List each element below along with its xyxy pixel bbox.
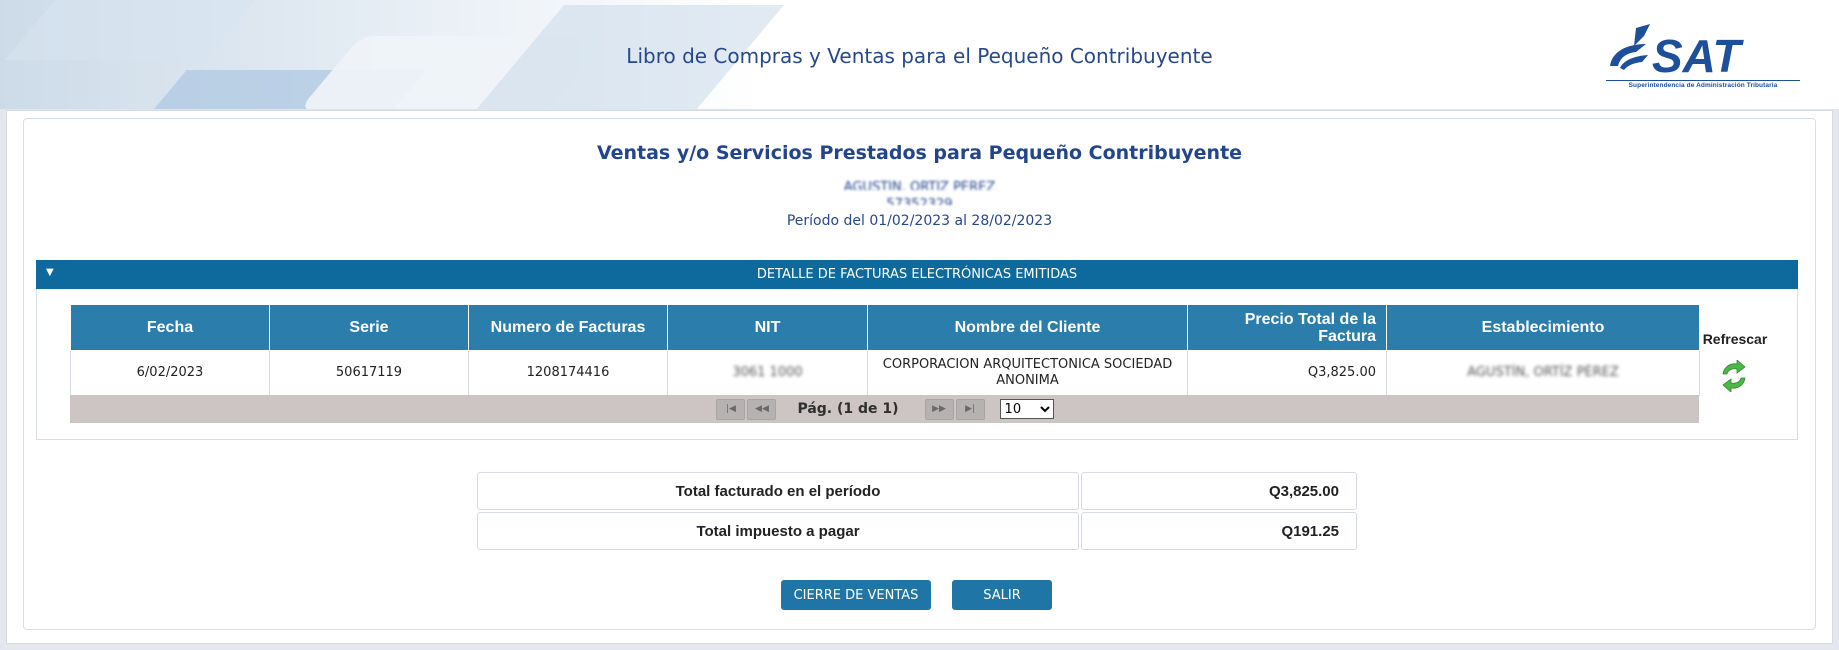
report-period: Período del 01/02/2023 al 28/02/2023 (786, 213, 1053, 229)
cell-establecimiento: AGUSTÍN, ORTÍZ PÉREZ (1386, 350, 1700, 396)
page-indicator: Pág. (1 de 1) (797, 401, 899, 417)
refresh-icon[interactable] (1719, 360, 1749, 392)
col-header-cliente[interactable]: Nombre del Cliente (867, 304, 1188, 351)
panel-header[interactable]: ▼ DETALLE DE FACTURAS ELECTRÓNICAS EMITI… (36, 260, 1798, 289)
app-title: Libro de Compras y Ventas para el Pequeñ… (626, 44, 1213, 68)
cell-nit-value: 3061 1000 (732, 365, 803, 380)
cell-serie: 50617119 (269, 350, 469, 396)
prev-page-icon[interactable]: ◀◀ (747, 398, 777, 420)
close-sales-button[interactable]: CIERRE DE VENTAS (781, 580, 931, 610)
total-tax-value: Q191.25 (1081, 512, 1357, 550)
col-header-fecha[interactable]: Fecha (70, 304, 270, 351)
taxpayer-nit: 57352329 (886, 197, 953, 205)
last-page-icon[interactable]: ▶| (955, 398, 985, 420)
col-header-serie[interactable]: Serie (269, 304, 469, 351)
app-header: Libro de Compras y Ventas para el Pequeñ… (0, 0, 1839, 110)
cell-nit: 3061 1000 (667, 350, 868, 396)
col-header-nit[interactable]: NIT (667, 304, 868, 351)
invoices-table: Fecha Serie Numero de Facturas NIT Nombr… (70, 304, 1700, 396)
first-page-icon[interactable]: |◀ (716, 398, 746, 420)
panel-title: DETALLE DE FACTURAS ELECTRÓNICAS EMITIDA… (756, 267, 1078, 282)
logo-tagline: Superintendencia de Administración Tribu… (1606, 80, 1800, 89)
table-header-row: Fecha Serie Numero de Facturas NIT Nombr… (70, 304, 1700, 351)
refresh-label: Refrescar (1702, 331, 1768, 347)
col-header-establecimiento[interactable]: Establecimiento (1386, 304, 1700, 351)
cell-numero: 1208174416 (468, 350, 668, 396)
cell-precio: Q3,825.00 (1187, 350, 1387, 396)
cell-establecimiento-value: AGUSTÍN, ORTÍZ PÉREZ (1467, 365, 1619, 380)
exit-button[interactable]: SALIR (952, 580, 1052, 610)
total-tax-label: Total impuesto a pagar (477, 512, 1079, 550)
page-size-select[interactable]: 10 20 50 (999, 399, 1054, 419)
col-header-precio[interactable]: Precio Total de la Factura (1187, 304, 1387, 351)
col-header-numero[interactable]: Numero de Facturas (468, 304, 668, 351)
caret-down-icon[interactable]: ▼ (46, 267, 54, 278)
next-page-icon[interactable]: ▶▶ (924, 398, 954, 420)
sat-logo-text: SAT (1652, 30, 1744, 82)
total-billed-value: Q3,825.00 (1081, 472, 1357, 510)
cell-cliente: CORPORACION ARQUITECTONICA SOCIEDAD ANON… (867, 350, 1188, 396)
table-row[interactable]: 6/02/2023 50617119 1208174416 3061 1000 … (70, 350, 1700, 396)
total-billed-label: Total facturado en el período (477, 472, 1079, 510)
cell-fecha: 6/02/2023 (70, 350, 270, 396)
taxpayer-name: AGUSTÍN, ORTÍZ PÉREZ (843, 180, 996, 190)
table-pager: |◀ ◀◀ Pág. (1 de 1) ▶▶ ▶| 10 20 50 (70, 395, 1699, 423)
page-title: Ventas y/o Servicios Prestados para Pequ… (596, 142, 1243, 164)
